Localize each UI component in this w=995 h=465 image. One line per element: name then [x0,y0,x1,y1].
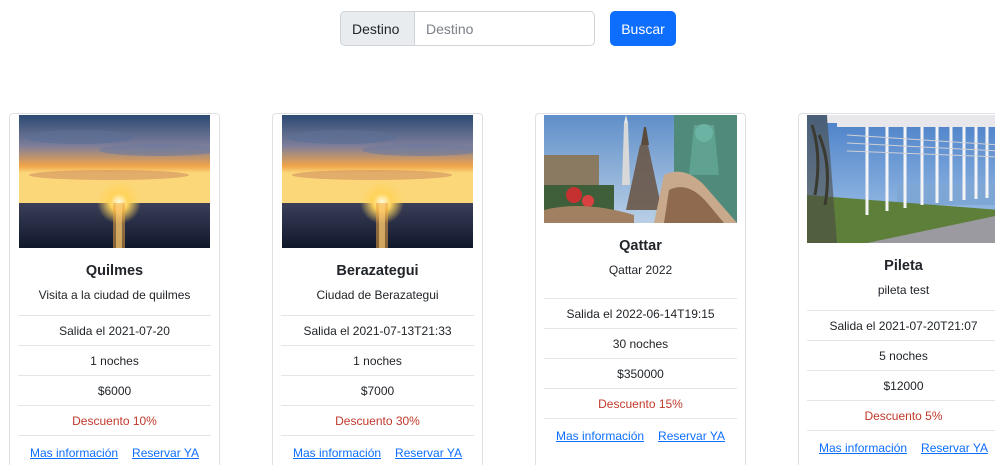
nights-count: 5 noches [807,340,995,370]
price: $6000 [18,375,211,405]
card-title: Pileta [884,258,923,274]
price: $12000 [807,370,995,400]
card-footer: Mas información Reservar YA [281,435,474,465]
sunset-sea-image [19,115,210,248]
book-now-link[interactable]: Reservar YA [658,429,725,443]
more-info-link[interactable]: Mas información [819,441,907,455]
card-title: Qattar [619,238,662,254]
trip-card-pileta: Pileta pileta test Salida el 2021-07-20T… [798,113,995,465]
more-info-link[interactable]: Mas información [556,429,644,443]
book-now-link[interactable]: Reservar YA [921,441,988,455]
departure-date: Salida el 2021-07-20T21:07 [807,310,995,340]
pergola-waterfront-image [807,115,995,243]
more-info-link[interactable]: Mas información [30,446,118,460]
trip-card-quilmes: Quilmes Visita a la ciudad de quilmes Sa… [9,113,220,465]
card-footer: Mas información Reservar YA [18,435,211,465]
departure-date: Salida el 2021-07-20 [18,315,211,345]
discount: Descuento 30% [281,405,474,435]
card-title: Berazategui [336,263,419,279]
card-title: Quilmes [85,263,144,279]
card-description: Qattar 2022 [608,263,673,277]
card-description: Ciudad de Berazategui [316,288,439,302]
destination-input[interactable] [414,11,595,46]
destination-input-group: Destino [340,11,595,46]
book-now-link[interactable]: Reservar YA [395,446,462,460]
landmarks-collage-image [544,115,737,223]
card-details-list: Salida el 2021-07-20T21:07 5 noches $120… [807,310,995,430]
sunset-sea-image [282,115,473,248]
departure-date: Salida el 2022-06-14T19:15 [544,298,737,328]
search-button[interactable]: Buscar [610,11,676,46]
card-details-list: Salida el 2021-07-13T21:33 1 noches $700… [281,315,474,435]
nights-count: 1 noches [281,345,474,375]
nights-count: 1 noches [18,345,211,375]
price: $350000 [544,358,737,388]
card-details-list: Salida el 2022-06-14T19:15 30 noches $35… [544,298,737,418]
card-body: Quilmes Visita a la ciudad de quilmes Sa… [10,248,219,465]
departure-date: Salida el 2021-07-13T21:33 [281,315,474,345]
card-description: Visita a la ciudad de quilmes [38,288,191,302]
discount: Descuento 5% [807,400,995,430]
discount: Descuento 10% [18,405,211,435]
card-body: Pileta pileta test Salida el 2021-07-20T… [799,243,995,464]
card-description: pileta test [877,283,930,297]
card-footer: Mas información Reservar YA [544,418,737,452]
trip-card-qattar: Qattar Qattar 2022 Salida el 2022-06-14T… [535,113,746,465]
destination-addon-label: Destino [340,11,414,46]
card-details-list: Salida el 2021-07-20 1 noches $6000 Desc… [18,315,211,435]
search-bar: Destino Buscar [340,11,676,46]
discount: Descuento 15% [544,388,737,418]
trip-card-berazategui: Berazategui Ciudad de Berazategui Salida… [272,113,483,465]
more-info-link[interactable]: Mas información [293,446,381,460]
book-now-link[interactable]: Reservar YA [132,446,199,460]
card-body: Qattar Qattar 2022 Salida el 2022-06-14T… [536,223,745,452]
nights-count: 30 noches [544,328,737,358]
price: $7000 [281,375,474,405]
card-footer: Mas información Reservar YA [807,430,995,464]
card-body: Berazategui Ciudad de Berazategui Salida… [273,248,482,465]
